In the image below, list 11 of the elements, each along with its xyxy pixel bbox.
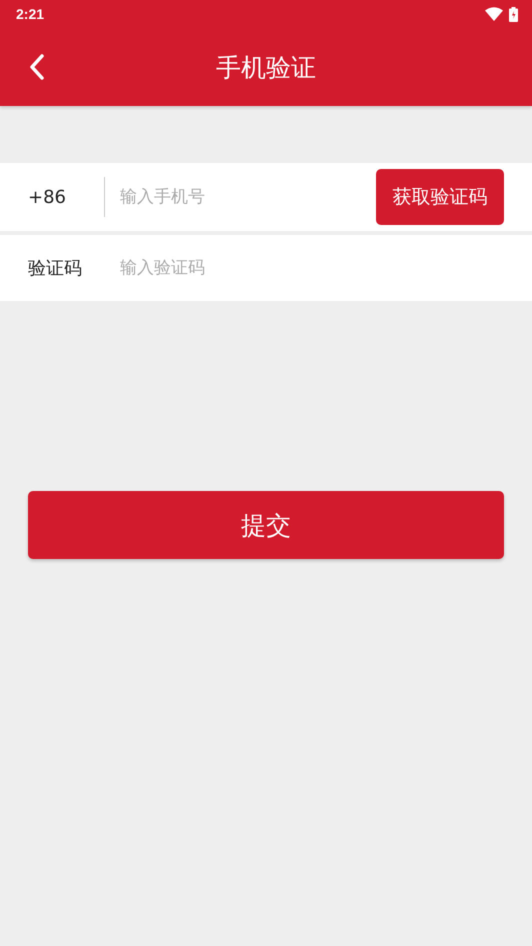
back-button[interactable] <box>30 54 44 80</box>
country-code: +86 <box>27 186 67 208</box>
submit-button[interactable]: 提交 <box>28 491 504 559</box>
get-code-button[interactable]: 获取验证码 <box>376 169 504 225</box>
status-time: 2:21 <box>16 6 44 22</box>
phone-input-field[interactable]: 输入手机号 <box>120 187 376 207</box>
wifi-icon <box>485 7 503 21</box>
code-label: 验证码 <box>27 257 83 280</box>
page-title: 手机验证 <box>216 52 316 84</box>
code-input-field[interactable]: 输入验证码 <box>120 258 532 278</box>
battery-icon <box>509 6 518 22</box>
